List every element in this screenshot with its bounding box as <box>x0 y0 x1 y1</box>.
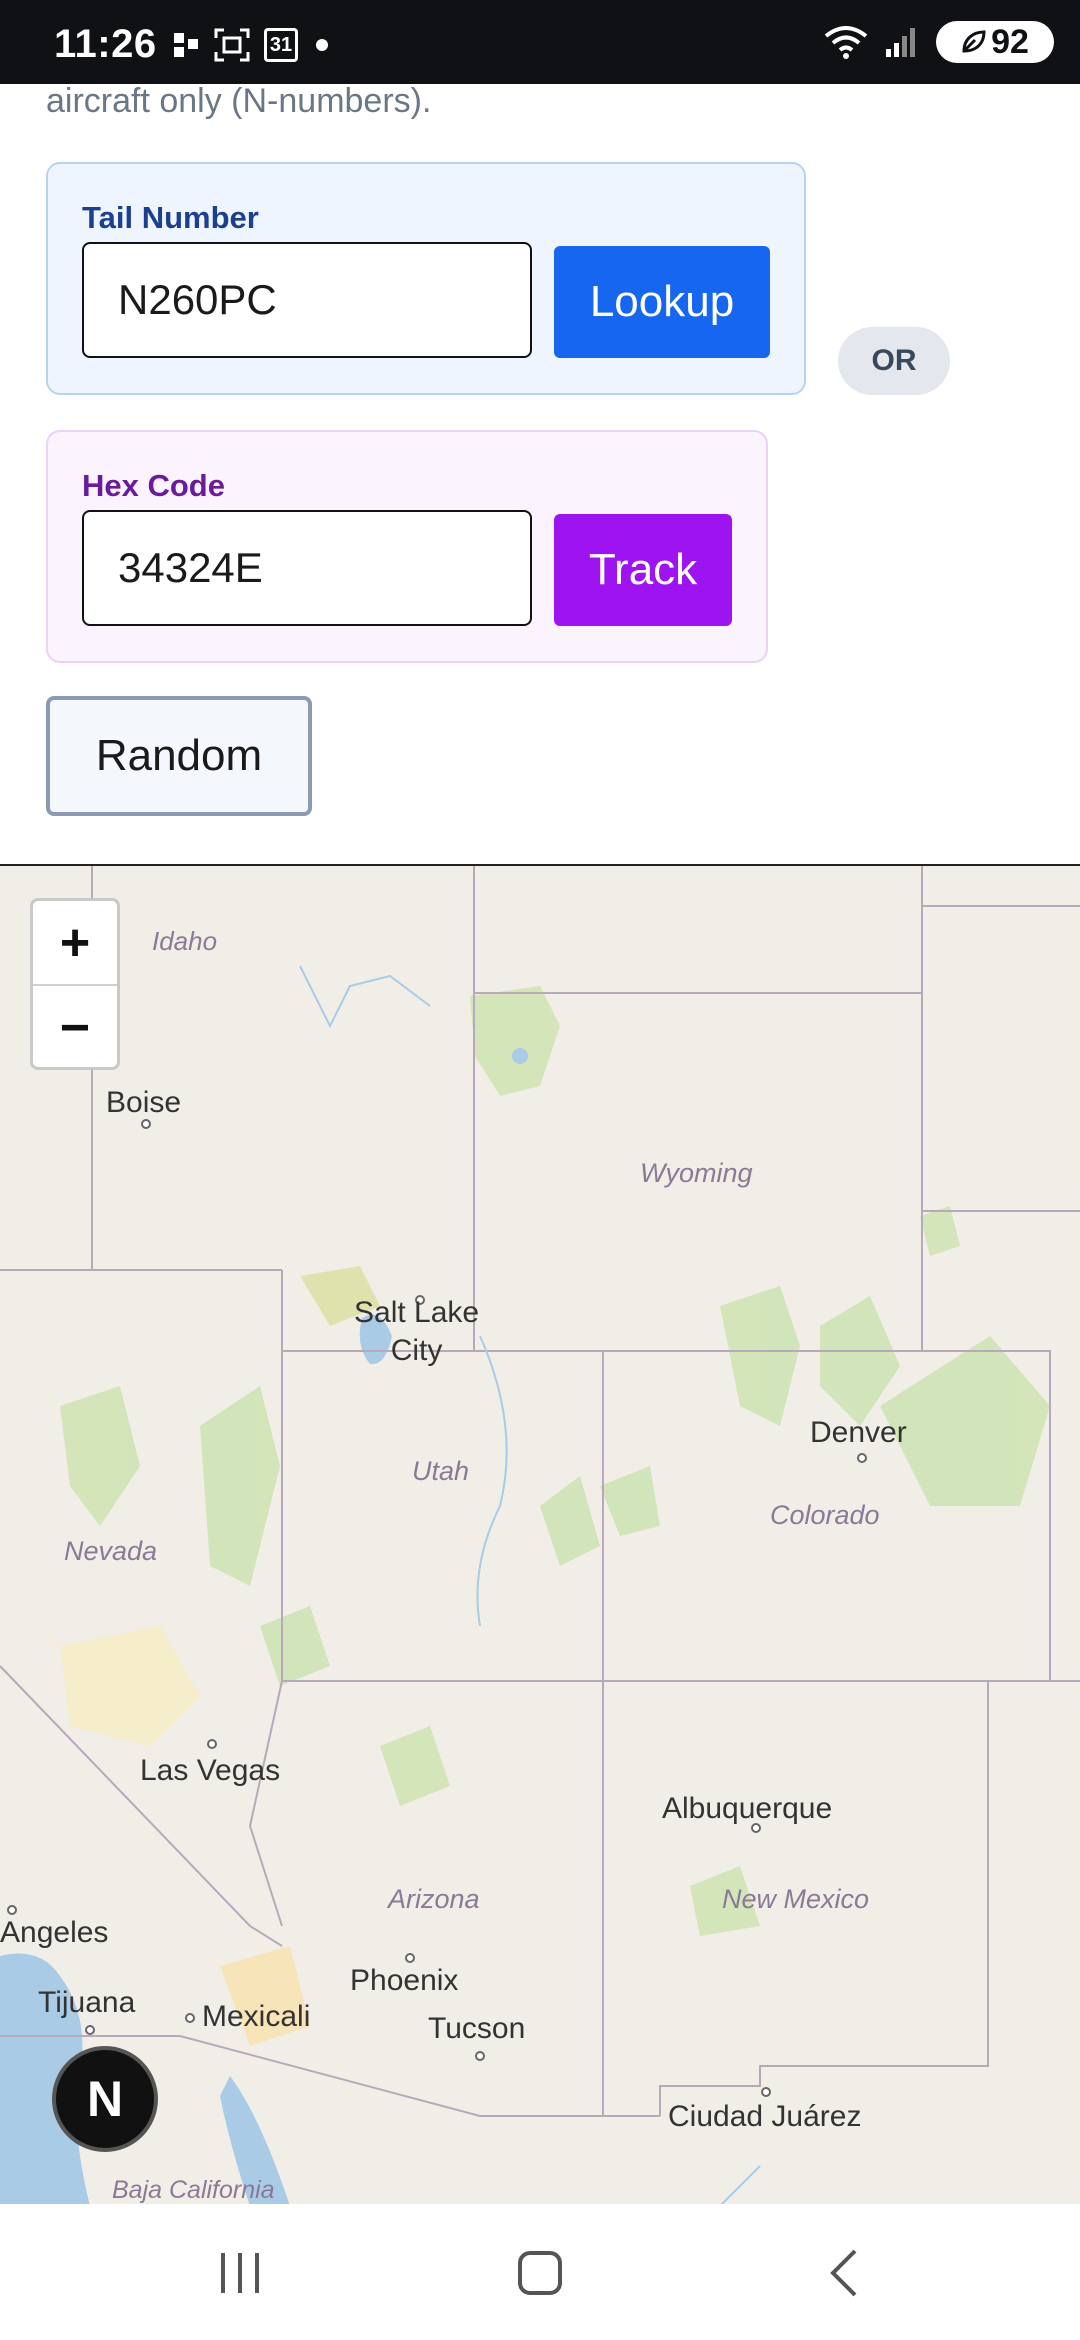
map-label-las-vegas: Las Vegas <box>140 1754 281 1787</box>
hex-code-card: Hex Code 34324E Track <box>46 430 768 663</box>
desert-areas <box>60 1626 310 2046</box>
notification-icons: 31 <box>172 26 332 64</box>
lookup-button[interactable]: Lookup <box>554 246 770 358</box>
map-label-wyoming: Wyoming <box>640 1158 753 1188</box>
map-label-los-angeles: Angeles <box>0 1916 109 1949</box>
battery-indicator: 92 <box>936 21 1054 63</box>
lookup-panel: aircraft only (N-numbers). Tail Number N… <box>0 82 1080 864</box>
home-button[interactable] <box>510 2248 570 2298</box>
calendar-day: 31 <box>269 33 293 56</box>
map-canvas[interactable] <box>0 866 1080 2206</box>
random-button[interactable]: Random <box>46 696 312 816</box>
map-view[interactable]: Idaho Boise Wyoming Salt Lake City Utah … <box>0 864 1080 2206</box>
map-label-arizona: Arizona <box>388 1884 480 1914</box>
map-label-nevada: Nevada <box>64 1536 158 1566</box>
home-icon <box>518 2251 562 2295</box>
map-label-denver: Denver <box>810 1416 907 1449</box>
system-nav-bar <box>0 2204 1080 2340</box>
map-label-colorado: Colorado <box>770 1500 880 1530</box>
back-icon <box>830 2249 857 2297</box>
wifi-icon <box>824 26 868 59</box>
map-label-mexicali: Mexicali <box>202 2000 311 2033</box>
zoom-out-button[interactable]: − <box>33 986 117 1067</box>
status-time: 11:26 <box>54 22 157 66</box>
tail-number-card: Tail Number N260PC Lookup <box>46 162 806 395</box>
status-bar: 11:26 31 92 <box>0 0 1080 84</box>
system-icons: 92 <box>824 20 1054 64</box>
map-label-tijuana: Tijuana <box>38 1986 136 2019</box>
map-label-albuquerque: Albuquerque <box>662 1792 833 1825</box>
vegetation-areas <box>60 986 1050 1936</box>
map-label-idaho: Idaho <box>152 926 218 956</box>
zoom-controls: + − <box>30 898 120 1070</box>
map-label-boise: Boise <box>106 1086 182 1119</box>
hex-code-label: Hex Code <box>82 468 225 503</box>
or-separator: OR <box>838 327 950 395</box>
zoom-in-button[interactable]: + <box>33 901 117 986</box>
calendar-icon: 31 <box>264 28 298 62</box>
recent-apps-icon <box>221 2253 259 2293</box>
grid-notification-icon <box>174 33 198 57</box>
signal-icon <box>886 28 915 57</box>
map-label-tucson: Tucson <box>428 2012 526 2045</box>
nextjs-badge[interactable]: N <box>52 2046 158 2152</box>
map-label-salt-lake-line1: Salt Lake <box>354 1296 480 1329</box>
rivers <box>299 965 761 2206</box>
recent-apps-button[interactable] <box>210 2248 270 2298</box>
map-label-salt-lake-line2: City <box>390 1334 443 1367</box>
map-label-salt-lake: Salt Lake City <box>354 1294 479 1370</box>
map-label-utah: Utah <box>412 1456 470 1486</box>
track-button[interactable]: Track <box>554 514 732 626</box>
intro-text: aircraft only (N-numbers). <box>46 82 432 120</box>
map-label-new-mexico: New Mexico <box>722 1884 870 1914</box>
map-label-ciudad-juarez: Ciudad Juárez <box>668 2100 862 2133</box>
tail-number-label: Tail Number <box>82 200 259 235</box>
back-button[interactable] <box>814 2248 874 2298</box>
screenshot-icon <box>214 28 250 62</box>
map-label-phoenix: Phoenix <box>350 1964 459 1997</box>
map-label-baja-california: Baja California <box>112 2176 275 2204</box>
hex-code-input[interactable]: 34324E <box>82 510 532 626</box>
tail-number-input[interactable]: N260PC <box>82 242 532 358</box>
dot-icon <box>316 39 328 51</box>
battery-level: 92 <box>991 22 1029 61</box>
city-markers <box>7 1119 867 2097</box>
battery-saver-icon <box>962 30 986 53</box>
